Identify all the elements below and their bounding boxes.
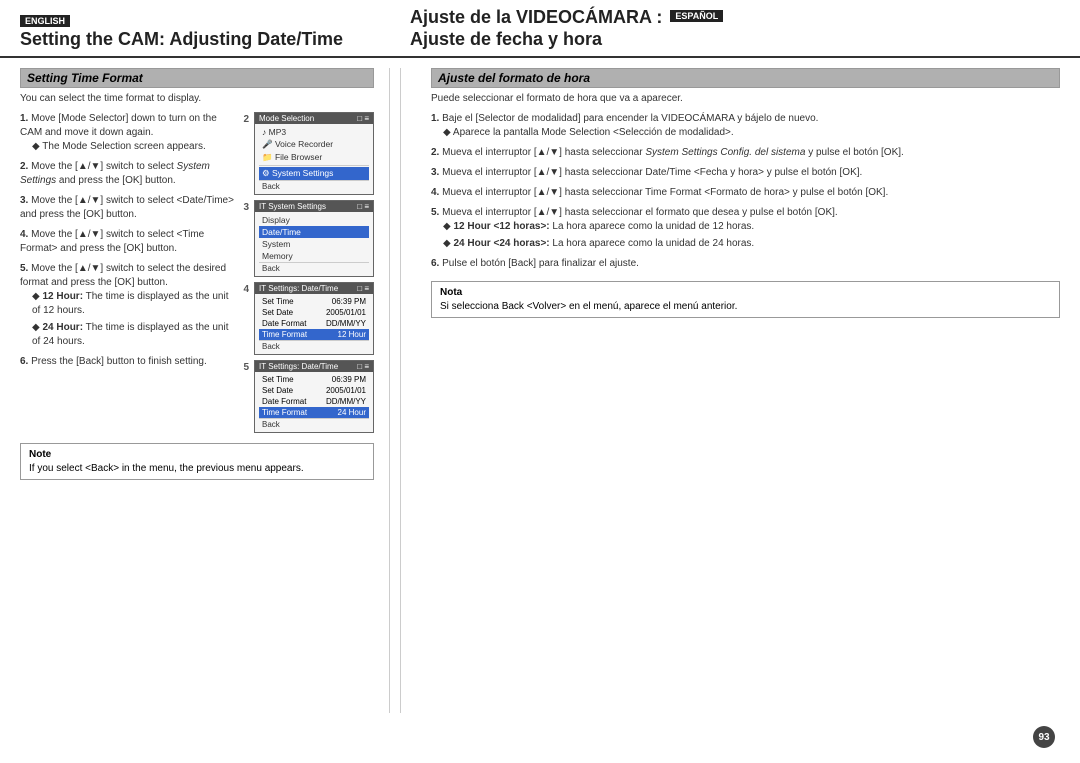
right-step-3: 3. Mueva el interruptor [▲/▼] hasta sele… xyxy=(431,166,1060,180)
footer: 93 xyxy=(0,723,1080,763)
panel3-number: 3 xyxy=(243,200,249,213)
right-step-2: 2. Mueva el interruptor [▲/▼] hasta sele… xyxy=(431,146,1060,160)
panel5-back: Back xyxy=(259,418,369,430)
left-steps: 1. Move [Mode Selector] down to turn on … xyxy=(20,112,235,433)
english-badge: ENGLISH xyxy=(20,15,70,27)
panel2-body: ♪ MP3 🎤 Voice Recorder 📁 File Browser ⚙ … xyxy=(255,124,373,194)
step-2: 2. Move the [▲/▼] switch to select Syste… xyxy=(20,160,235,188)
panel4-back: Back xyxy=(259,340,369,352)
nota-title: Nota xyxy=(440,287,1051,298)
note-title: Note xyxy=(29,449,365,460)
left-steps-panels: 1. Move [Mode Selector] down to turn on … xyxy=(20,112,374,433)
panel2-back: Back xyxy=(259,180,369,192)
header-right: Ajuste de la VIDEOCÁMARA : ESPAÑOL Ajust… xyxy=(390,8,1060,50)
right-step-5: 5. Mueva el interruptor [▲/▼] hasta sele… xyxy=(431,206,1060,251)
right-column: Ajuste del formato de hora Puede selecci… xyxy=(411,68,1060,713)
header-left: ENGLISH Setting the CAM: Adjusting Date/… xyxy=(20,15,390,50)
panel5-row-setdate: Set Date2005/01/01 xyxy=(259,385,369,396)
panel2-row: 2 Mode Selection □ ≡ ♪ MP3 🎤 Voice Recor… xyxy=(243,112,374,195)
panel3-item-memory: Memory xyxy=(259,250,369,262)
espanol-badge: ESPAÑOL xyxy=(670,10,723,22)
panel4-row: 4 IT Settings: Date/Time □ ≡ Set Time06:… xyxy=(243,282,374,355)
right-step-1: 1. Baje el [Selector de modalidad] para … xyxy=(431,112,1060,140)
panel5: IT Settings: Date/Time □ ≡ Set Time06:39… xyxy=(254,360,374,433)
panel3-header: IT System Settings □ ≡ xyxy=(255,201,373,212)
panel4-header: IT Settings: Date/Time □ ≡ xyxy=(255,283,373,294)
panel3-body: Display Date/Time System Memory Back xyxy=(255,212,373,276)
title-right-line2: Ajuste de fecha y hora xyxy=(410,30,1060,50)
panel2-header: Mode Selection □ ≡ xyxy=(255,113,373,124)
panel2-item-mp3: ♪ MP3 xyxy=(259,126,369,138)
note-text: If you select <Back> in the menu, the pr… xyxy=(29,463,365,474)
panel2-number: 2 xyxy=(243,112,249,125)
title-left: Setting the CAM: Adjusting Date/Time xyxy=(20,30,390,50)
panel3-item-display: Display xyxy=(259,214,369,226)
panel4-row-settime: Set Time06:39 PM xyxy=(259,296,369,307)
panel2-item-settings: ⚙ System Settings xyxy=(259,167,369,180)
step-1: 1. Move [Mode Selector] down to turn on … xyxy=(20,112,235,154)
page: ENGLISH Setting the CAM: Adjusting Date/… xyxy=(0,0,1080,763)
nota-box: Nota Si selecciona Back <Volver> en el m… xyxy=(431,281,1060,318)
panel5-row-dateformat: Date FormatDD/MM/YY xyxy=(259,396,369,407)
header-right-top: Ajuste de la VIDEOCÁMARA : ESPAÑOL xyxy=(410,8,1060,28)
title-right-line1: Ajuste de la VIDEOCÁMARA : xyxy=(410,8,662,28)
panel5-row-settime: Set Time06:39 PM xyxy=(259,374,369,385)
right-intro: Puede seleccionar el formato de hora que… xyxy=(431,93,1060,104)
panel2-item-file: 📁 File Browser xyxy=(259,151,369,164)
panel3-row: 3 IT System Settings □ ≡ Display Date/Ti… xyxy=(243,200,374,277)
panel4-row-timeformat: Time Format12 Hour xyxy=(259,329,369,340)
panel4-row-dateformat: Date FormatDD/MM/YY xyxy=(259,318,369,329)
panel3-item-system: System xyxy=(259,238,369,250)
center-divider xyxy=(400,68,401,713)
left-column: Setting Time Format You can select the t… xyxy=(20,68,390,713)
main-content: Setting Time Format You can select the t… xyxy=(0,58,1080,723)
nota-text: Si selecciona Back <Volver> en el menú, … xyxy=(440,301,1051,312)
step-4: 4. Move the [▲/▼] switch to select <Time… xyxy=(20,228,235,256)
panel5-row-timeformat: Time Format24 Hour xyxy=(259,407,369,418)
panel2: Mode Selection □ ≡ ♪ MP3 🎤 Voice Recorde… xyxy=(254,112,374,195)
panel2-item-voice: 🎤 Voice Recorder xyxy=(259,138,369,151)
step-6: 6. Press the [Back] button to finish set… xyxy=(20,355,235,369)
panel4-row-setdate: Set Date2005/01/01 xyxy=(259,307,369,318)
note-box: Note If you select <Back> in the menu, t… xyxy=(20,443,374,480)
panels-column: 2 Mode Selection □ ≡ ♪ MP3 🎤 Voice Recor… xyxy=(243,112,374,433)
panel5-header: IT Settings: Date/Time □ ≡ xyxy=(255,361,373,372)
panel4-number: 4 xyxy=(243,282,249,295)
left-section-header: Setting Time Format xyxy=(20,68,374,88)
page-number: 93 xyxy=(1033,726,1055,748)
left-intro: You can select the time format to displa… xyxy=(20,93,374,104)
panel3-back: Back xyxy=(259,262,369,274)
panel4: IT Settings: Date/Time □ ≡ Set Time06:39… xyxy=(254,282,374,355)
step-5: 5. Move the [▲/▼] switch to select the d… xyxy=(20,262,235,349)
panel5-row: 5 IT Settings: Date/Time □ ≡ Set Time06:… xyxy=(243,360,374,433)
step-3: 3. Move the [▲/▼] switch to select <Date… xyxy=(20,194,235,222)
page-header: ENGLISH Setting the CAM: Adjusting Date/… xyxy=(0,0,1080,58)
right-section-header: Ajuste del formato de hora xyxy=(431,68,1060,88)
panel3: IT System Settings □ ≡ Display Date/Time… xyxy=(254,200,374,277)
panel4-body: Set Time06:39 PM Set Date2005/01/01 Date… xyxy=(255,294,373,354)
panel3-item-datetime: Date/Time xyxy=(259,226,369,238)
right-step-6: 6. Pulse el botón [Back] para finalizar … xyxy=(431,257,1060,271)
panel5-body: Set Time06:39 PM Set Date2005/01/01 Date… xyxy=(255,372,373,432)
panel5-number: 5 xyxy=(243,360,249,373)
right-step-4: 4. Mueva el interruptor [▲/▼] hasta sele… xyxy=(431,186,1060,200)
